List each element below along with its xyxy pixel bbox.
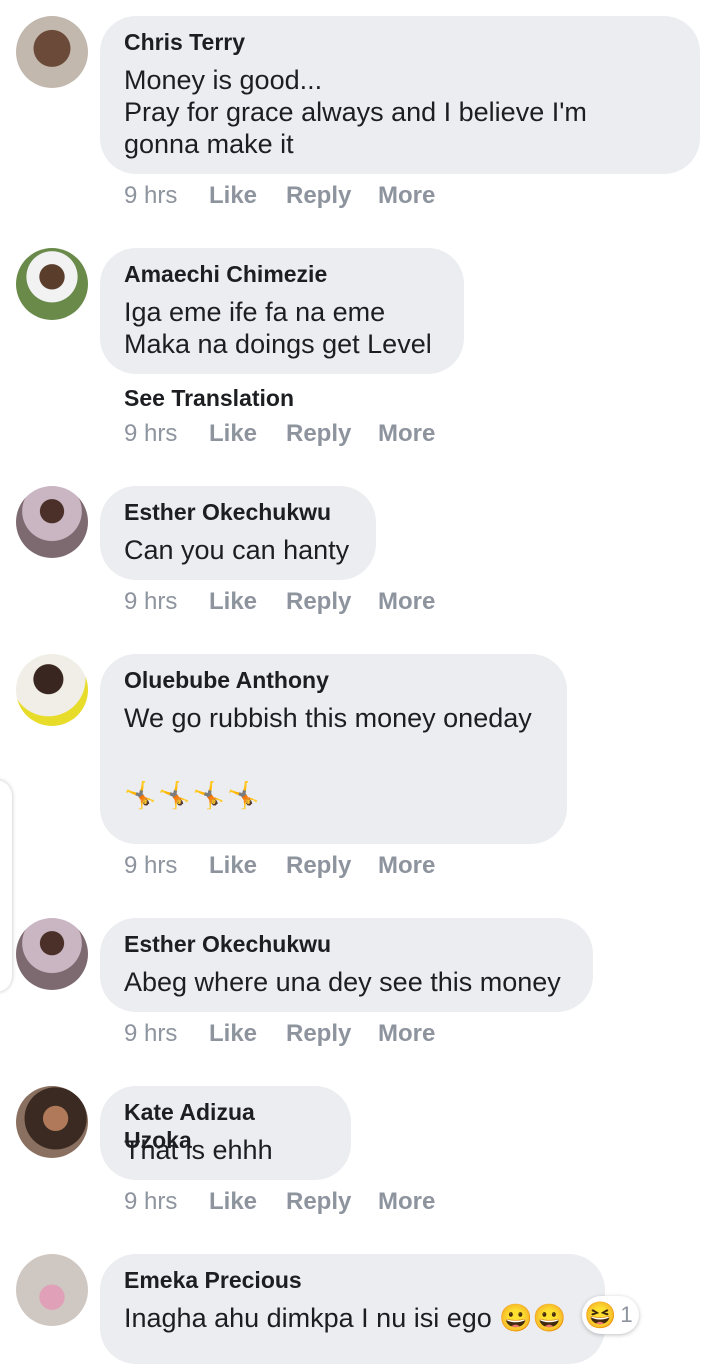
comment-author[interactable]: Emeka Precious: [124, 1266, 581, 1294]
avatar[interactable]: [16, 248, 88, 320]
more-button[interactable]: More: [378, 180, 435, 212]
avatar[interactable]: [16, 654, 88, 726]
comment-timestamp[interactable]: 9 hrs: [124, 418, 209, 450]
reaction-count: 1: [620, 1302, 633, 1327]
reply-button[interactable]: Reply: [286, 180, 378, 212]
comment-text: Inagha ahu dimkpa I nu isi ego 😀😀: [124, 1303, 567, 1333]
comment-author[interactable]: Amaechi Chimezie: [124, 260, 440, 288]
comment-bubble[interactable]: Chris Terry Money is good... Pray for gr…: [100, 16, 700, 174]
scroll-edge-handle[interactable]: [0, 780, 12, 992]
more-button[interactable]: More: [378, 850, 435, 882]
avatar[interactable]: [16, 1086, 88, 1158]
comment-text: Money is good... Pray for grace always a…: [124, 65, 587, 159]
comment-bubble[interactable]: Kate Adizua Uzoka That is ehhh: [100, 1086, 351, 1180]
comment-actions: 9 hrs Like Reply More: [124, 850, 435, 882]
more-button[interactable]: More: [378, 1186, 435, 1218]
avatar[interactable]: [16, 1254, 88, 1326]
like-button[interactable]: Like: [209, 1186, 286, 1218]
reply-button[interactable]: Reply: [286, 1186, 378, 1218]
comment-bubble[interactable]: Amaechi Chimezie Iga eme ife fa na eme M…: [100, 248, 464, 374]
comment-author[interactable]: Esther Okechukwu: [124, 498, 352, 526]
comment-timestamp[interactable]: 9 hrs: [124, 180, 209, 212]
comment-actions: 9 hrs Like Reply More: [124, 586, 435, 618]
reply-button[interactable]: Reply: [286, 418, 378, 450]
comment-actions: 9 hrs Like Reply More: [124, 180, 435, 212]
comment-timestamp[interactable]: 9 hrs: [124, 1018, 209, 1050]
comment-text: Abeg where una dey see this money: [124, 967, 561, 997]
comment-bubble[interactable]: Esther Okechukwu Abeg where una dey see …: [100, 918, 593, 1012]
more-button[interactable]: More: [378, 586, 435, 618]
comment-bubble[interactable]: Emeka Precious Inagha ahu dimkpa I nu is…: [100, 1254, 605, 1364]
avatar[interactable]: [16, 16, 88, 88]
comment-bubble[interactable]: Oluebube Anthony We go rubbish this mone…: [100, 654, 567, 844]
comment-timestamp[interactable]: 9 hrs: [124, 586, 209, 618]
comment-actions: 9 hrs Like Reply More: [124, 418, 435, 450]
comment-actions: 9 hrs Like Reply More: [124, 1018, 435, 1050]
comment-author[interactable]: Oluebube Anthony: [124, 666, 543, 694]
reply-button[interactable]: Reply: [286, 1018, 378, 1050]
comment-bubble[interactable]: Esther Okechukwu Can you can hanty: [100, 486, 376, 580]
like-button[interactable]: Like: [209, 418, 286, 450]
comment-timestamp[interactable]: 9 hrs: [124, 1186, 209, 1218]
comment-timestamp[interactable]: 9 hrs: [124, 850, 209, 882]
like-button[interactable]: Like: [209, 586, 286, 618]
reply-button[interactable]: Reply: [286, 586, 378, 618]
comment-actions: 9 hrs Like Reply More: [124, 1186, 435, 1218]
comment-author[interactable]: Chris Terry: [124, 28, 676, 56]
more-button[interactable]: More: [378, 1018, 435, 1050]
like-button[interactable]: Like: [209, 180, 286, 212]
comment-text: Iga eme ife fa na eme Maka na doings get…: [124, 297, 432, 359]
avatar[interactable]: [16, 918, 88, 990]
reaction-count-badge[interactable]: 😆 1: [582, 1296, 639, 1334]
laughing-emoji-icon: 😆: [584, 1299, 617, 1330]
like-button[interactable]: Like: [209, 850, 286, 882]
like-button[interactable]: Like: [209, 1018, 286, 1050]
comment-text: Can you can hanty: [124, 535, 350, 565]
emoji-row: 🤸🤸🤸🤸: [124, 780, 262, 810]
comment-author[interactable]: Kate Adizua Uzoka: [124, 1098, 327, 1153]
reply-button[interactable]: Reply: [286, 850, 378, 882]
more-button[interactable]: More: [378, 418, 435, 450]
see-translation-link[interactable]: See Translation: [124, 383, 294, 413]
comment-text: We go rubbish this money oneday: [124, 703, 532, 733]
avatar[interactable]: [16, 486, 88, 558]
comment-text: That is ehhh: [124, 1135, 273, 1165]
comment-author[interactable]: Esther Okechukwu: [124, 930, 569, 958]
